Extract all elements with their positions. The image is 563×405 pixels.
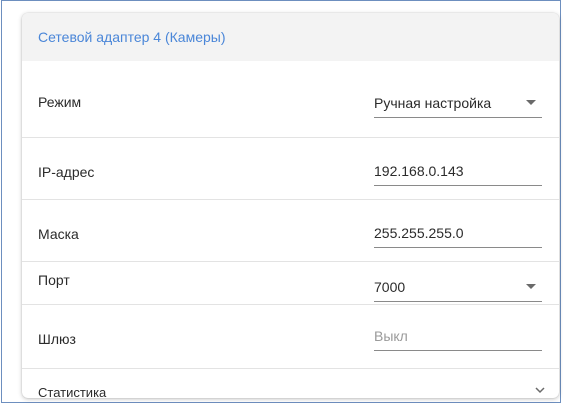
mask-label: Маска [38, 226, 79, 242]
mode-value: Ручная настройка [374, 94, 492, 111]
gateway-label: Шлюз [38, 331, 76, 347]
ip-label: IP-адрес [38, 164, 95, 180]
caret-down-icon [526, 100, 536, 105]
ip-address-input[interactable]: 192.168.0.143 [374, 156, 542, 186]
gateway-placeholder: Выкл [374, 327, 408, 344]
ip-value: 192.168.0.143 [374, 162, 464, 179]
gateway-input[interactable]: Выкл [374, 321, 542, 351]
port-select[interactable]: 7000 [374, 272, 542, 302]
ip-row: IP-адрес 192.168.0.143 [22, 138, 559, 200]
caret-down-icon [526, 284, 536, 289]
card-header: Сетевой адаптер 4 (Камеры) [22, 13, 559, 61]
mask-value: 255.255.255.0 [374, 224, 464, 241]
window-frame: Сетевой адаптер 4 (Камеры) Режим Ручная … [1, 0, 561, 403]
chevron-down-icon[interactable] [534, 384, 546, 396]
network-adapter-card: Сетевой адаптер 4 (Камеры) Режим Ручная … [22, 13, 559, 398]
subnet-mask-input[interactable]: 255.255.255.0 [374, 218, 542, 248]
statistics-label: Статистика [38, 385, 107, 398]
mode-row: Режим Ручная настройка [22, 61, 559, 138]
statistics-expander[interactable]: Статистика [22, 369, 559, 398]
mode-select[interactable]: Ручная настройка [374, 88, 542, 118]
port-row: Порт 7000 [22, 262, 559, 305]
port-value: 7000 [374, 278, 406, 295]
mode-label: Режим [38, 94, 82, 110]
port-label: Порт [38, 272, 70, 288]
mask-row: Маска 255.255.255.0 [22, 200, 559, 262]
card-title: Сетевой адаптер 4 (Камеры) [38, 29, 226, 45]
gateway-row: Шлюз Выкл [22, 305, 559, 369]
